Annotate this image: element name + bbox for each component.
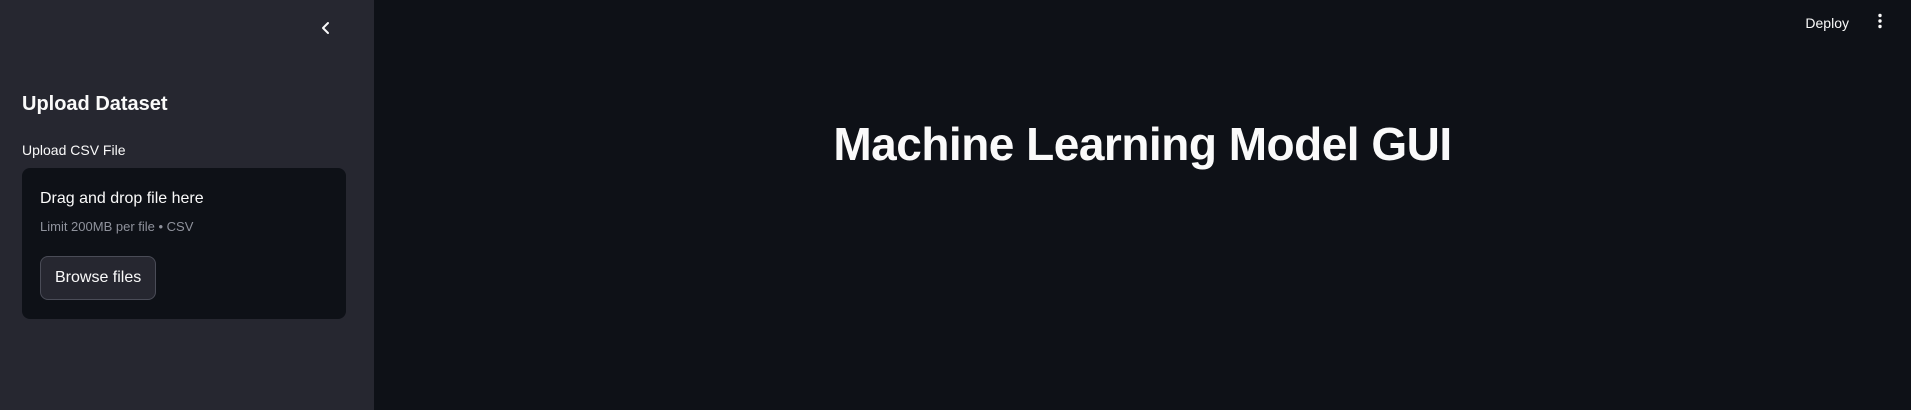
sidebar-heading: Upload Dataset [22, 93, 168, 115]
main-content: Deploy Machine Learning Model GUI [374, 0, 1911, 410]
dropzone-limit-text: Limit 200MB per file • CSV [40, 219, 194, 234]
chevron-left-icon [319, 21, 333, 35]
browse-files-button[interactable]: Browse files [40, 256, 157, 300]
file-uploader-label: Upload CSV File [22, 142, 126, 158]
app-root: Upload Dataset Upload CSV File Drag and … [0, 0, 1911, 410]
sidebar: Upload Dataset Upload CSV File Drag and … [0, 0, 374, 410]
deploy-button[interactable]: Deploy [1799, 10, 1855, 36]
dropzone-instructions: Drag and drop file here [40, 190, 204, 207]
main-menu-button[interactable] [1867, 10, 1893, 36]
collapse-sidebar-button[interactable] [312, 14, 340, 42]
file-dropzone[interactable]: Drag and drop file here Limit 200MB per … [22, 168, 346, 319]
page-title: Machine Learning Model GUI [833, 118, 1452, 170]
more-vertical-icon [1877, 13, 1883, 34]
